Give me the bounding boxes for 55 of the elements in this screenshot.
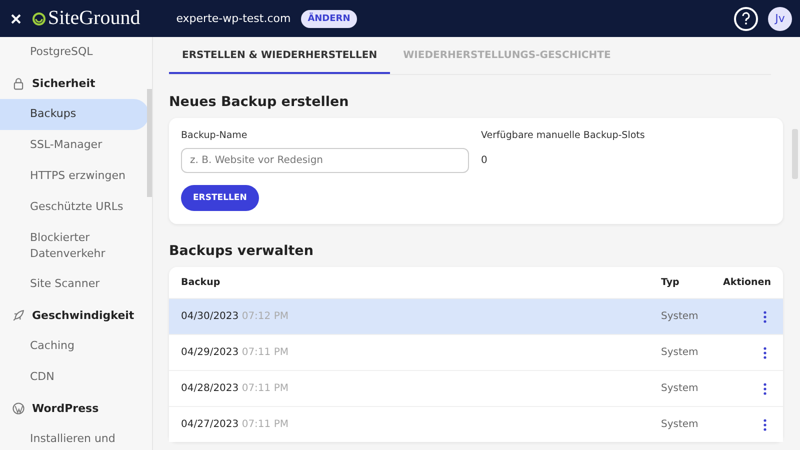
tab[interactable]: ERSTELLEN & WIEDERHERSTELLEN bbox=[169, 37, 390, 74]
section-label: Sicherheit bbox=[32, 76, 96, 92]
sidebar-item[interactable]: Geschützte URLs bbox=[0, 192, 149, 223]
backup-row[interactable]: 04/29/2023 07:11 PM System bbox=[169, 334, 783, 370]
change-button[interactable]: ÄNDERN bbox=[300, 10, 358, 28]
site-domain: experte-wp-test.com bbox=[176, 12, 291, 25]
backup-row[interactable]: 04/30/2023 07:12 PM System bbox=[169, 298, 783, 334]
scrollbar[interactable] bbox=[147, 89, 152, 197]
backup-time: 07:12 PM bbox=[242, 311, 288, 322]
backup-time: 07:11 PM bbox=[242, 347, 288, 358]
sidebar-section[interactable]: Sicherheit bbox=[0, 68, 152, 99]
backup-type: System bbox=[661, 419, 700, 430]
backup-type: System bbox=[661, 311, 700, 322]
user-avatar[interactable]: Jv bbox=[768, 6, 792, 30]
sidebar-item[interactable]: PostgreSQL bbox=[0, 37, 149, 68]
help-icon[interactable] bbox=[734, 6, 758, 30]
backup-date: 04/29/2023 bbox=[181, 347, 239, 358]
sidebar-item[interactable]: Caching bbox=[0, 331, 149, 362]
section-title: Backups verwalten bbox=[169, 243, 314, 259]
backup-type: System bbox=[661, 347, 700, 358]
backup-date: 04/30/2023 bbox=[181, 311, 239, 322]
sidebar-item[interactable]: Backups bbox=[0, 99, 149, 130]
backup-time: 07:11 PM bbox=[242, 419, 288, 430]
scrollbar[interactable] bbox=[792, 129, 798, 179]
sidebar-item[interactable]: Site Scanner bbox=[0, 269, 149, 300]
create-button[interactable]: ERSTELLEN bbox=[181, 185, 259, 211]
sidebar-item[interactable]: Blockierter Datenverkehr bbox=[0, 223, 149, 269]
backup-time: 07:11 PM bbox=[242, 383, 288, 394]
padlock-icon bbox=[12, 77, 25, 90]
close-icon[interactable] bbox=[10, 12, 22, 24]
sidebar-section[interactable]: Geschwindigkeit bbox=[0, 300, 152, 331]
logo-icon bbox=[32, 10, 46, 26]
sidebar-item[interactable]: Installieren und bbox=[0, 424, 149, 450]
section-label: WordPress bbox=[32, 401, 99, 417]
rocket-icon bbox=[12, 309, 25, 322]
backup-date: 04/27/2023 bbox=[181, 419, 239, 430]
sidebar-item[interactable]: HTTPS erzwingen bbox=[0, 161, 149, 192]
logo-text: SiteGround bbox=[48, 7, 140, 30]
backup-date: 04/28/2023 bbox=[181, 383, 239, 394]
sidebar-item[interactable]: SSL-Manager bbox=[0, 130, 149, 161]
backup-row[interactable]: 04/27/2023 07:11 PM System bbox=[169, 406, 783, 442]
field-label: Verfügbare manuelle Backup-Slots bbox=[481, 130, 646, 141]
backup-type: System bbox=[661, 383, 700, 394]
sidebar-item[interactable]: CDN bbox=[0, 362, 149, 393]
section-label: Geschwindigkeit bbox=[32, 308, 134, 324]
wordpress-icon bbox=[12, 402, 25, 415]
sidebar-section[interactable]: WordPress bbox=[0, 393, 152, 424]
field-label: Backup-Name bbox=[181, 130, 248, 141]
column-header: Backup bbox=[181, 277, 222, 288]
section-title: Neues Backup erstellen bbox=[169, 94, 350, 110]
backup-row[interactable]: 04/28/2023 07:11 PM System bbox=[169, 370, 783, 406]
backup-name-field[interactable]: z. B. Website vor Redesign bbox=[181, 148, 469, 173]
column-header: Aktionen bbox=[722, 277, 771, 288]
column-header: Typ bbox=[661, 277, 680, 288]
slots-value: 0 bbox=[481, 154, 488, 166]
